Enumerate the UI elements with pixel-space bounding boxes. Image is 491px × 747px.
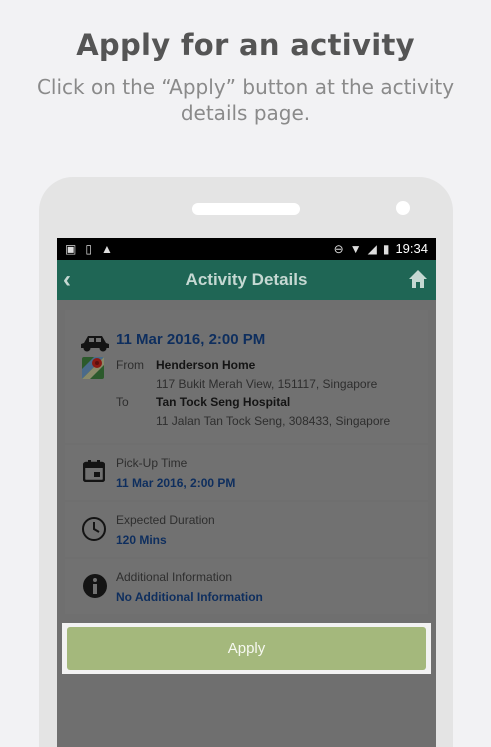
pickup-value: 11 Mar 2016, 2:00 PM [116,476,236,490]
tutorial-title: Apply for an activity [76,28,415,62]
image-notification-icon: ▣ [65,242,77,256]
trip-card: 11 Mar 2016, 2:00 PM From Henderson Home… [65,310,428,443]
warning-icon: ▲ [100,242,113,256]
duration-card: Expected Duration 120 Mins [65,502,428,557]
pickup-label: Pick-Up Time [116,456,188,470]
do-not-disturb-icon: ⊖ [333,242,344,256]
apply-button[interactable]: Apply [67,627,426,670]
from-name: Henderson Home [156,358,256,372]
from-address: 117 Bukit Merah View, 151117, Singapore [156,377,378,391]
phone-camera [396,201,410,215]
info-value: No Additional Information [116,590,263,604]
tutorial-subtitle: Click on the “Apply” button at the activ… [36,75,455,125]
status-time: 19:34 [395,241,428,256]
download-notification-icon: ▯ [85,242,92,256]
pickup-card: Pick-Up Time 11 Mar 2016, 2:00 PM [65,445,428,500]
to-label: To [116,395,129,409]
phone-frame: ▣ ▯ ▲ ⊖ ▼ ◢ ▮ 19:34 ‹ Activity Details 1… [39,177,453,747]
calendar-icon [83,460,105,482]
home-icon[interactable] [408,269,428,289]
to-name: Tan Tock Seng Hospital [156,395,291,409]
phone-screen: ▣ ▯ ▲ ⊖ ▼ ◢ ▮ 19:34 ‹ Activity Details 1… [57,238,436,747]
battery-icon: ▮ [382,242,390,256]
app-bar: ‹ Activity Details [57,260,436,300]
trip-datetime: 11 Mar 2016, 2:00 PM [116,331,266,348]
info-card: Additional Information No Additional Inf… [65,559,428,614]
duration-label: Expected Duration [116,513,215,527]
info-icon [83,574,107,598]
apply-highlight: Apply [62,623,431,674]
wifi-icon: ▼ [349,242,362,256]
maps-icon[interactable] [82,357,104,379]
from-label: From [116,358,144,372]
status-bar: ▣ ▯ ▲ ⊖ ▼ ◢ ▮ 19:34 [57,238,436,260]
to-address: 11 Jalan Tan Tock Seng, 308433, Singapor… [156,414,391,428]
phone-speaker [192,203,300,215]
signal-icon: ◢ [367,242,377,256]
duration-value: 120 Mins [116,533,167,547]
info-label: Additional Information [116,570,233,584]
car-icon [81,336,109,352]
clock-icon [82,517,106,541]
page-title: Activity Details [185,270,308,289]
